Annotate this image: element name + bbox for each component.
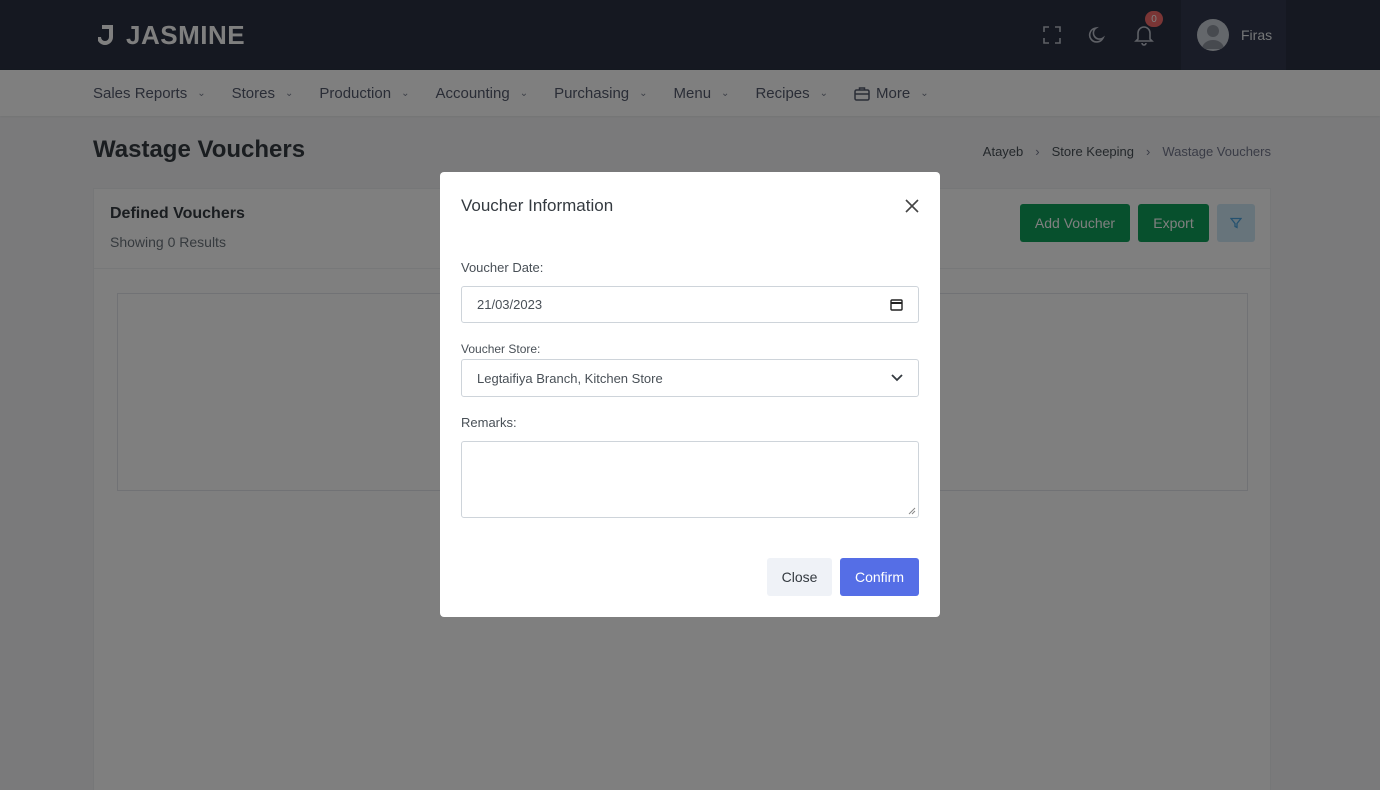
voucher-date-label: Voucher Date:: [461, 260, 544, 275]
voucher-store-select[interactable]: Legtaifiya Branch, Kitchen Store: [461, 359, 919, 397]
chevron-down-icon: [891, 374, 903, 382]
confirm-button[interactable]: Confirm: [840, 558, 919, 596]
remarks-label: Remarks:: [461, 415, 517, 430]
resize-handle-icon[interactable]: [908, 507, 916, 515]
calendar-icon[interactable]: [890, 298, 903, 311]
voucher-modal: Voucher Information Voucher Date: 21/03/…: [440, 172, 940, 617]
remarks-textarea[interactable]: [461, 441, 919, 518]
modal-title: Voucher Information: [461, 196, 614, 215]
voucher-store-label: Voucher Store:: [461, 342, 541, 356]
voucher-store-value: Legtaifiya Branch, Kitchen Store: [477, 370, 663, 386]
voucher-date-input[interactable]: 21/03/2023: [461, 286, 919, 323]
close-icon[interactable]: [902, 196, 922, 216]
close-button[interactable]: Close: [767, 558, 832, 596]
voucher-date-value: 21/03/2023: [477, 297, 543, 312]
